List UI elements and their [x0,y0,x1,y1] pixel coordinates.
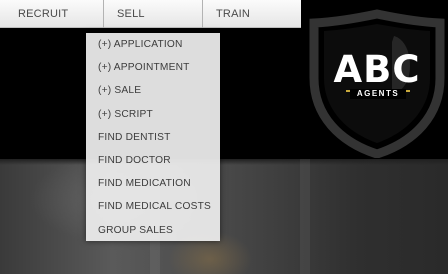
main-nav: RECRUIT SELL TRAIN [0,0,301,28]
menu-item-add-application[interactable]: (+) APPLICATION [86,33,220,56]
nav-item-sell[interactable]: SELL [104,0,203,28]
menu-item-find-dentist[interactable]: FIND DENTIST [86,126,220,149]
logo-brand: ABC [333,48,421,91]
background-photo [0,159,448,274]
menu-item-add-sale[interactable]: (+) SALE [86,79,220,102]
sell-dropdown-menu: (+) APPLICATION (+) APPOINTMENT (+) SALE… [86,33,220,241]
menu-item-group-sales[interactable]: GROUP SALES [86,219,220,242]
menu-item-find-medical-costs[interactable]: FIND MEDICAL COSTS [86,195,220,218]
logo-subtitle: AGENTS [350,89,406,99]
nav-item-train[interactable]: TRAIN [203,0,301,28]
menu-item-find-medication[interactable]: FIND MEDICATION [86,172,220,195]
menu-item-add-appointment[interactable]: (+) APPOINTMENT [86,56,220,79]
photo-stripe [300,159,310,274]
nav-item-recruit[interactable]: RECRUIT [0,0,104,28]
menu-item-add-script[interactable]: (+) SCRIPT [86,103,220,126]
menu-item-find-doctor[interactable]: FIND DOCTOR [86,149,220,172]
abc-agents-logo[interactable]: ABC AGENTS [306,8,448,158]
